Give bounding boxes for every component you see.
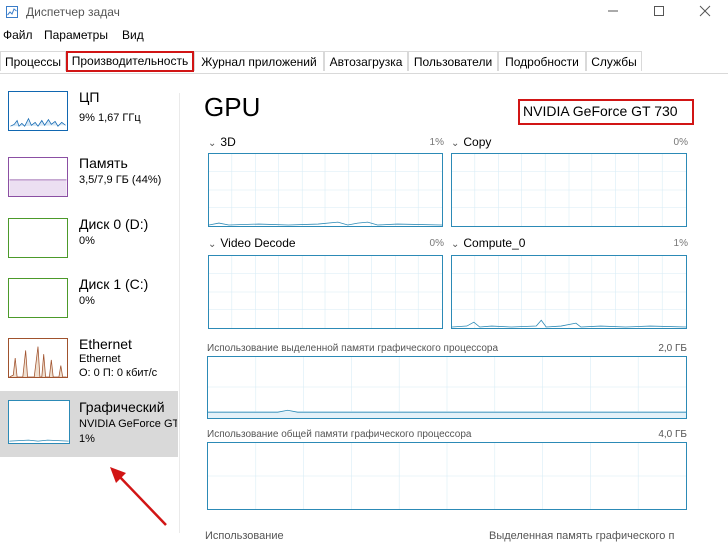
engine-graph-copy <box>451 153 687 227</box>
minimize-button[interactable] <box>590 0 636 26</box>
sidebar-item-sub: 1% <box>79 433 95 445</box>
sidebar-item-sub: 0% <box>79 235 95 247</box>
engine-selector-copy[interactable]: ⌄ Copy <box>451 135 491 149</box>
shared-memory-graph <box>207 442 687 510</box>
tab-details[interactable]: Подробности <box>498 51 586 71</box>
minimize-icon <box>608 10 618 12</box>
sidebar-item-label: Ethernet <box>79 336 132 352</box>
gpu-thumbnail-graph <box>8 400 70 444</box>
engine-percent: 1% <box>673 238 688 249</box>
dedicated-memory-stat-label: Выделенная память графического п <box>489 530 675 542</box>
engine-percent: 0% <box>673 137 688 148</box>
dedicated-memory-label: Использование выделенной памяти графичес… <box>207 343 499 354</box>
dedicated-memory-graph <box>207 356 687 419</box>
task-manager-icon <box>6 6 18 18</box>
engine-name: Copy <box>463 135 492 149</box>
sidebar-item-disk-1[interactable]: Диск 1 (C:) 0% <box>0 271 178 331</box>
sidebar-item-label: Диск 0 (D:) <box>79 216 149 232</box>
tab-services[interactable]: Службы <box>586 51 642 71</box>
cpu-thumbnail-graph <box>8 91 68 131</box>
engine-selector-video-decode[interactable]: ⌄ Video Decode <box>208 236 296 250</box>
engine-graph-compute-0 <box>451 255 687 329</box>
tab-app-history[interactable]: Журнал приложений <box>194 51 324 71</box>
sidebar-item-sub: 3,5/7,9 ГБ (44%) <box>79 174 162 186</box>
maximize-button[interactable] <box>636 0 682 26</box>
memory-thumbnail-graph <box>8 157 68 197</box>
sidebar-item-label: Графический <box>79 399 165 415</box>
close-icon <box>699 5 711 17</box>
sidebar-item-sub: 0% <box>79 295 95 307</box>
sidebar-item-label: ЦП <box>79 89 100 105</box>
dedicated-memory-max: 2,0 ГБ <box>658 343 687 354</box>
tab-performance[interactable]: Производительность <box>66 51 194 72</box>
engine-name: Compute_0 <box>463 236 526 250</box>
menu-options[interactable]: Параметры <box>44 28 108 42</box>
sidebar-item-ethernet[interactable]: Ethernet Ethernet О: 0 П: 0 кбит/с <box>0 331 178 391</box>
menu-view[interactable]: Вид <box>122 28 144 42</box>
sidebar-item-gpu[interactable]: Графический NVIDIA GeForce GT 1% <box>0 391 178 457</box>
engine-selector-compute-0[interactable]: ⌄ Compute_0 <box>451 236 525 250</box>
sidebar-item-sub: Ethernet <box>79 353 121 365</box>
sidebar-item-sub: 9% 1,67 ГГц <box>79 112 141 124</box>
sidebar-item-cpu[interactable]: ЦП 9% 1,67 ГГц <box>0 84 178 144</box>
maximize-icon <box>654 6 664 16</box>
disk-0-thumbnail-graph <box>8 218 68 258</box>
chevron-down-icon: ⌄ <box>451 239 460 250</box>
engine-percent: 1% <box>429 137 444 148</box>
sidebar-item-disk-0[interactable]: Диск 0 (D:) 0% <box>0 211 178 271</box>
ethernet-thumbnail-graph <box>8 338 68 378</box>
engine-name: Video Decode <box>220 236 296 250</box>
disk-1-thumbnail-graph <box>8 278 68 318</box>
sidebar-item-sub: О: 0 П: 0 кбит/с <box>79 367 158 379</box>
shared-memory-max: 4,0 ГБ <box>658 429 687 440</box>
tab-bar: Процессы Производительность Журнал прило… <box>0 51 728 74</box>
sidebar-item-label: Память <box>79 155 128 171</box>
usage-label: Использование <box>205 530 284 542</box>
engine-graph-video-decode <box>208 255 443 329</box>
shared-memory-label: Использование общей памяти графического … <box>207 429 472 440</box>
sidebar-item-sub: NVIDIA GeForce GT <box>79 418 177 430</box>
chevron-down-icon: ⌄ <box>208 239 217 250</box>
gpu-model-name: NVIDIA GeForce GT 730 <box>523 103 678 119</box>
menu-file[interactable]: Файл <box>3 28 33 42</box>
engine-selector-3d[interactable]: ⌄ 3D <box>208 135 236 149</box>
title-bar: Диспетчер задач <box>0 0 728 26</box>
close-button[interactable] <box>682 0 728 26</box>
pane-divider <box>179 93 180 533</box>
annotation-arrow-icon <box>110 467 167 526</box>
chevron-down-icon: ⌄ <box>208 138 217 149</box>
page-title: GPU <box>204 92 261 122</box>
chevron-down-icon: ⌄ <box>451 138 460 149</box>
sidebar-item-label: Диск 1 (C:) <box>79 276 149 292</box>
tab-startup[interactable]: Автозагрузка <box>324 51 408 71</box>
engine-graph-3d <box>208 153 443 227</box>
engine-percent: 0% <box>429 238 444 249</box>
tab-processes[interactable]: Процессы <box>0 51 66 71</box>
tab-users[interactable]: Пользователи <box>408 51 498 71</box>
window-title: Диспетчер задач <box>26 5 120 19</box>
engine-name: 3D <box>220 135 236 149</box>
sidebar-item-memory[interactable]: Память 3,5/7,9 ГБ (44%) <box>0 150 178 210</box>
